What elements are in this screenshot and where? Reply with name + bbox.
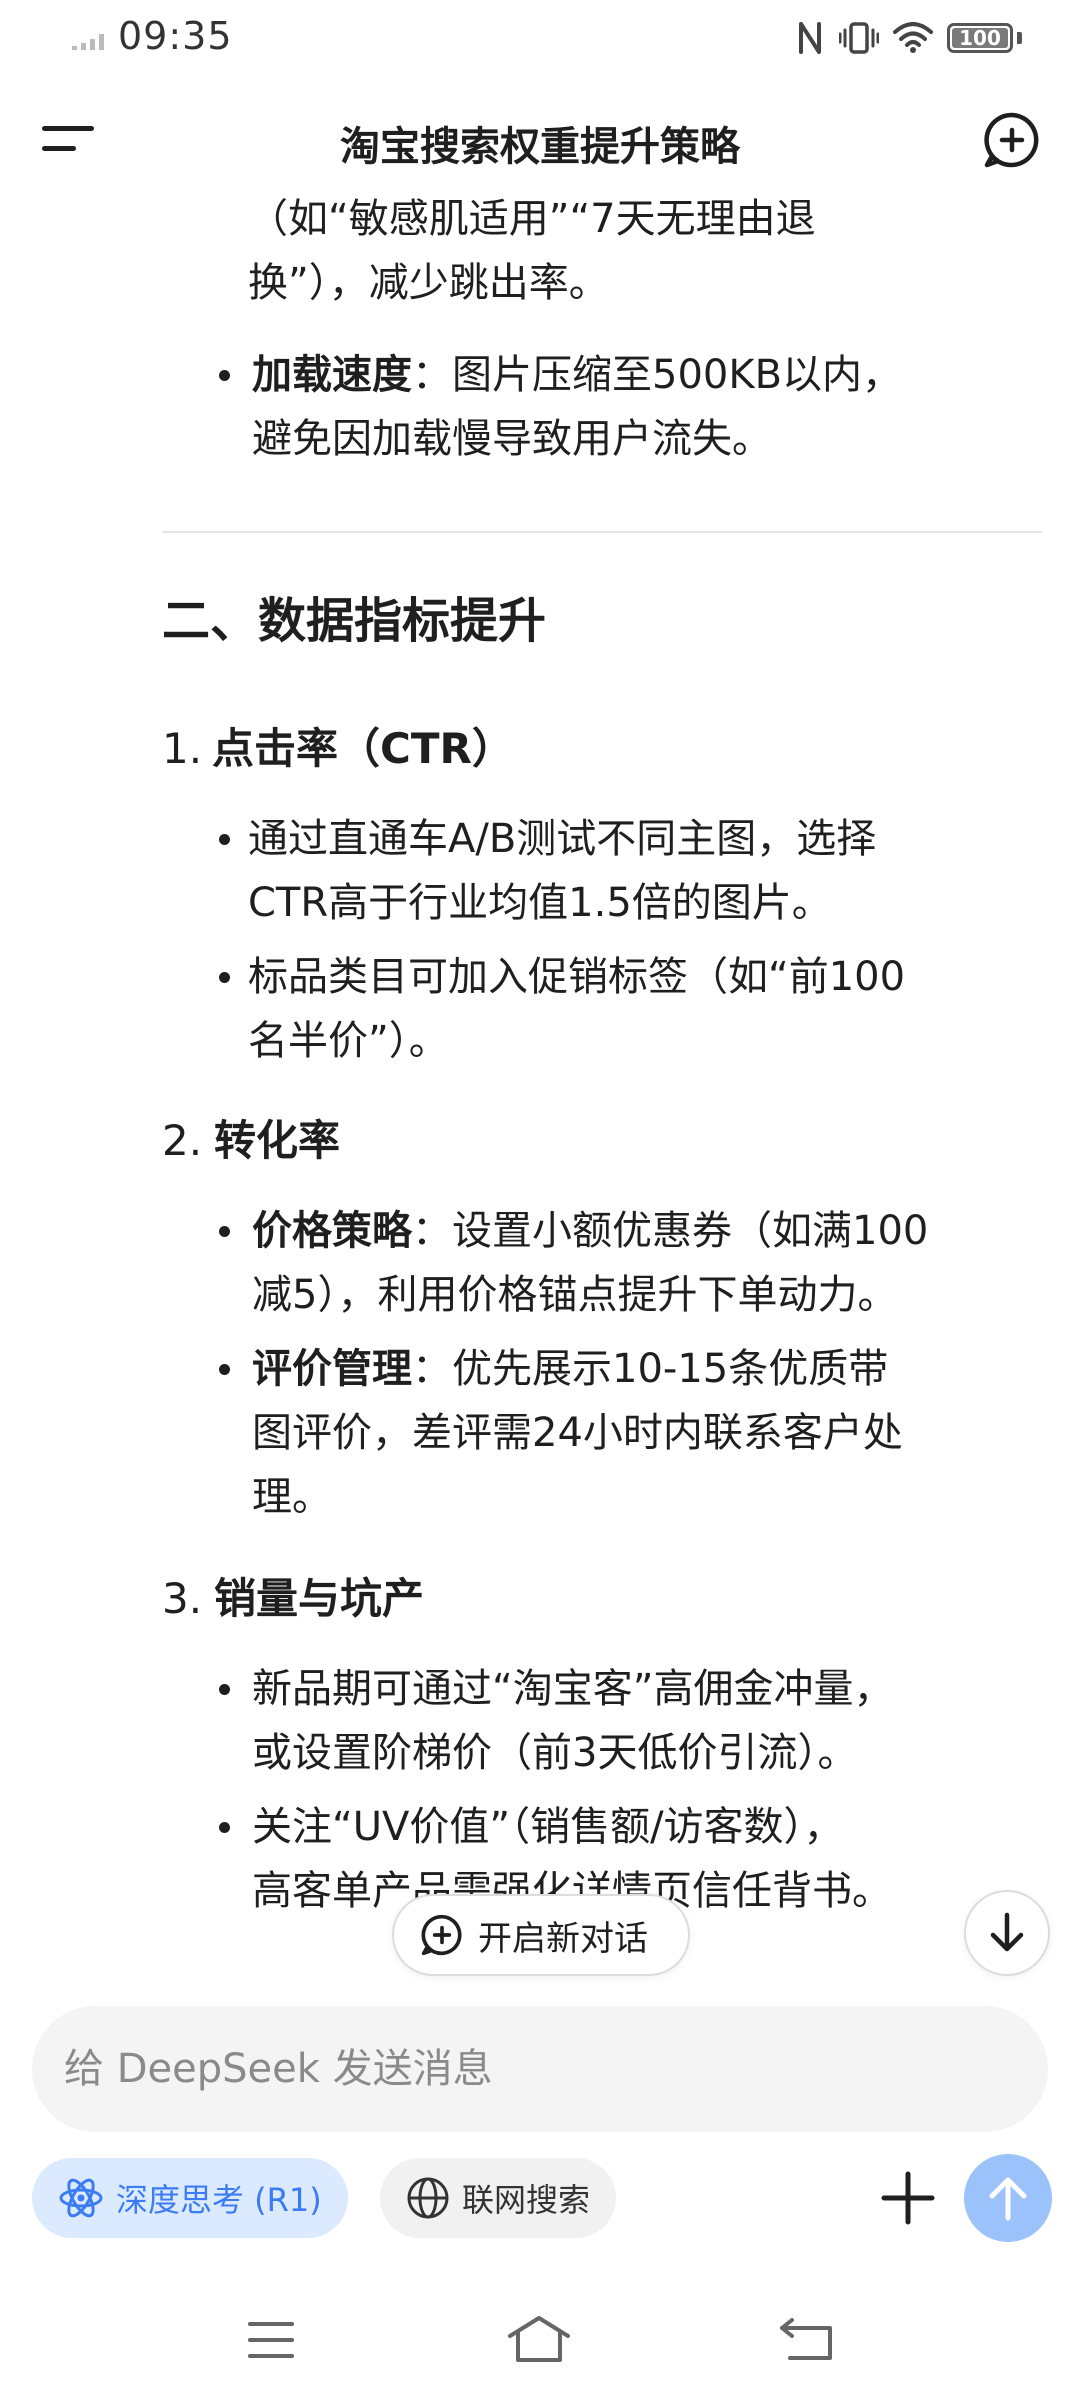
nfc-icon [799, 22, 821, 54]
text-line: 理。 [252, 1474, 332, 1520]
list-item: 评价管理：优先展示10-15条优质带 [252, 1336, 888, 1402]
arrow-up-icon [989, 2177, 1027, 2221]
divider [162, 531, 1042, 533]
list-number: 1. [162, 724, 203, 773]
item-text: ：设置小额优惠券（如满100 [412, 1208, 929, 1254]
section-title: 二、数据指标提升 [162, 593, 547, 649]
list-title: 点击率（CTR） [212, 724, 514, 773]
text-line: 或设置阶梯价（前3天低价引流）。 [252, 1730, 858, 1776]
list-item: 通过直通车A/B测试不同主图，选择 [248, 816, 877, 862]
text-line: CTR高于行业均值1.5倍的图片。 [248, 880, 832, 926]
recents-icon[interactable] [236, 2310, 306, 2370]
app-header: 淘宝搜索权重提升策略 [0, 96, 1080, 186]
plus-icon[interactable] [876, 2166, 940, 2230]
new-chat-button[interactable]: 开启新对话 [392, 1894, 690, 1976]
bullet [219, 1822, 230, 1833]
bullet [219, 972, 230, 983]
bullet [219, 1364, 230, 1375]
send-button[interactable] [964, 2154, 1052, 2242]
input-toolbar: 深度思考 (R1) 联网搜索 [0, 2154, 1080, 2242]
list-title: 销量与坑产 [214, 1574, 425, 1623]
message-input[interactable] [32, 2006, 1048, 2132]
new-chat-label: 开启新对话 [478, 1918, 648, 1959]
text-line: （如“敏感肌适用”“7天无理由退 [248, 196, 816, 242]
list-title: 转化率 [214, 1116, 341, 1165]
status-icons: 100 [795, 20, 1022, 56]
chat-content: （如“敏感肌适用”“7天无理由退 换”），减少跳出率。 加载速度：图片压缩至50… [0, 186, 1080, 1976]
list-item: 新品期可通过“淘宝客”高佣金冲量， [252, 1666, 894, 1712]
list-number: 2. [162, 1116, 203, 1165]
list-number: 3. [162, 1574, 203, 1623]
list-item: 加载速度：图片压缩至500KB以内， [252, 342, 902, 408]
web-search-toggle[interactable]: 联网搜索 [380, 2158, 617, 2238]
scroll-down-button[interactable] [964, 1890, 1050, 1976]
text-line: 换”），减少跳出率。 [248, 260, 609, 306]
item-label: 价格策略 [252, 1208, 412, 1254]
new-chat-icon [421, 1914, 462, 1956]
back-icon[interactable] [772, 2310, 842, 2370]
item-label: 评价管理 [252, 1346, 412, 1392]
page-title: 淘宝搜索权重提升策略 [340, 124, 740, 170]
text-line: 名半价”）。 [248, 1018, 449, 1064]
system-nav-bar [0, 2290, 1080, 2400]
globe-icon [407, 2177, 449, 2219]
status-time: 09:35 [118, 14, 233, 58]
home-icon[interactable] [504, 2310, 574, 2370]
bullet [219, 370, 230, 381]
signal-icon [72, 34, 104, 50]
deep-think-label: 深度思考 (R1) [116, 2181, 322, 2219]
wifi-icon [893, 22, 933, 53]
list-item: 价格策略：设置小额优惠券（如满100 [252, 1198, 928, 1264]
battery-level: 100 [959, 26, 1001, 50]
battery-icon: 100 [947, 23, 1013, 53]
bullet [219, 1684, 230, 1695]
bullet [219, 1226, 230, 1237]
item-text: ：图片压缩至500KB以内， [412, 352, 903, 398]
text-line: 图评价，差评需24小时内联系客户处 [252, 1410, 903, 1456]
arrow-down-icon [990, 1912, 1024, 1952]
text-line: 减5），利用价格锚点提升下单动力。 [252, 1272, 898, 1318]
new-chat-icon[interactable] [982, 110, 1042, 170]
deep-think-toggle[interactable]: 深度思考 (R1) [32, 2158, 348, 2238]
item-text: ：优先展示10-15条优质带 [412, 1346, 889, 1392]
web-search-label: 联网搜索 [462, 2181, 591, 2219]
status-bar: 09:35 100 [0, 0, 1080, 84]
atom-icon [59, 2178, 103, 2218]
vibrate-icon [839, 22, 879, 54]
list-item: 标品类目可加入促销标签（如“前100 [248, 954, 906, 1000]
text-line: 避免因加载慢导致用户流失。 [252, 416, 772, 462]
item-label: 加载速度 [252, 352, 412, 398]
list-item: 关注“UV价值”（销售额/访客数）， [252, 1804, 844, 1850]
bullet [219, 834, 230, 845]
